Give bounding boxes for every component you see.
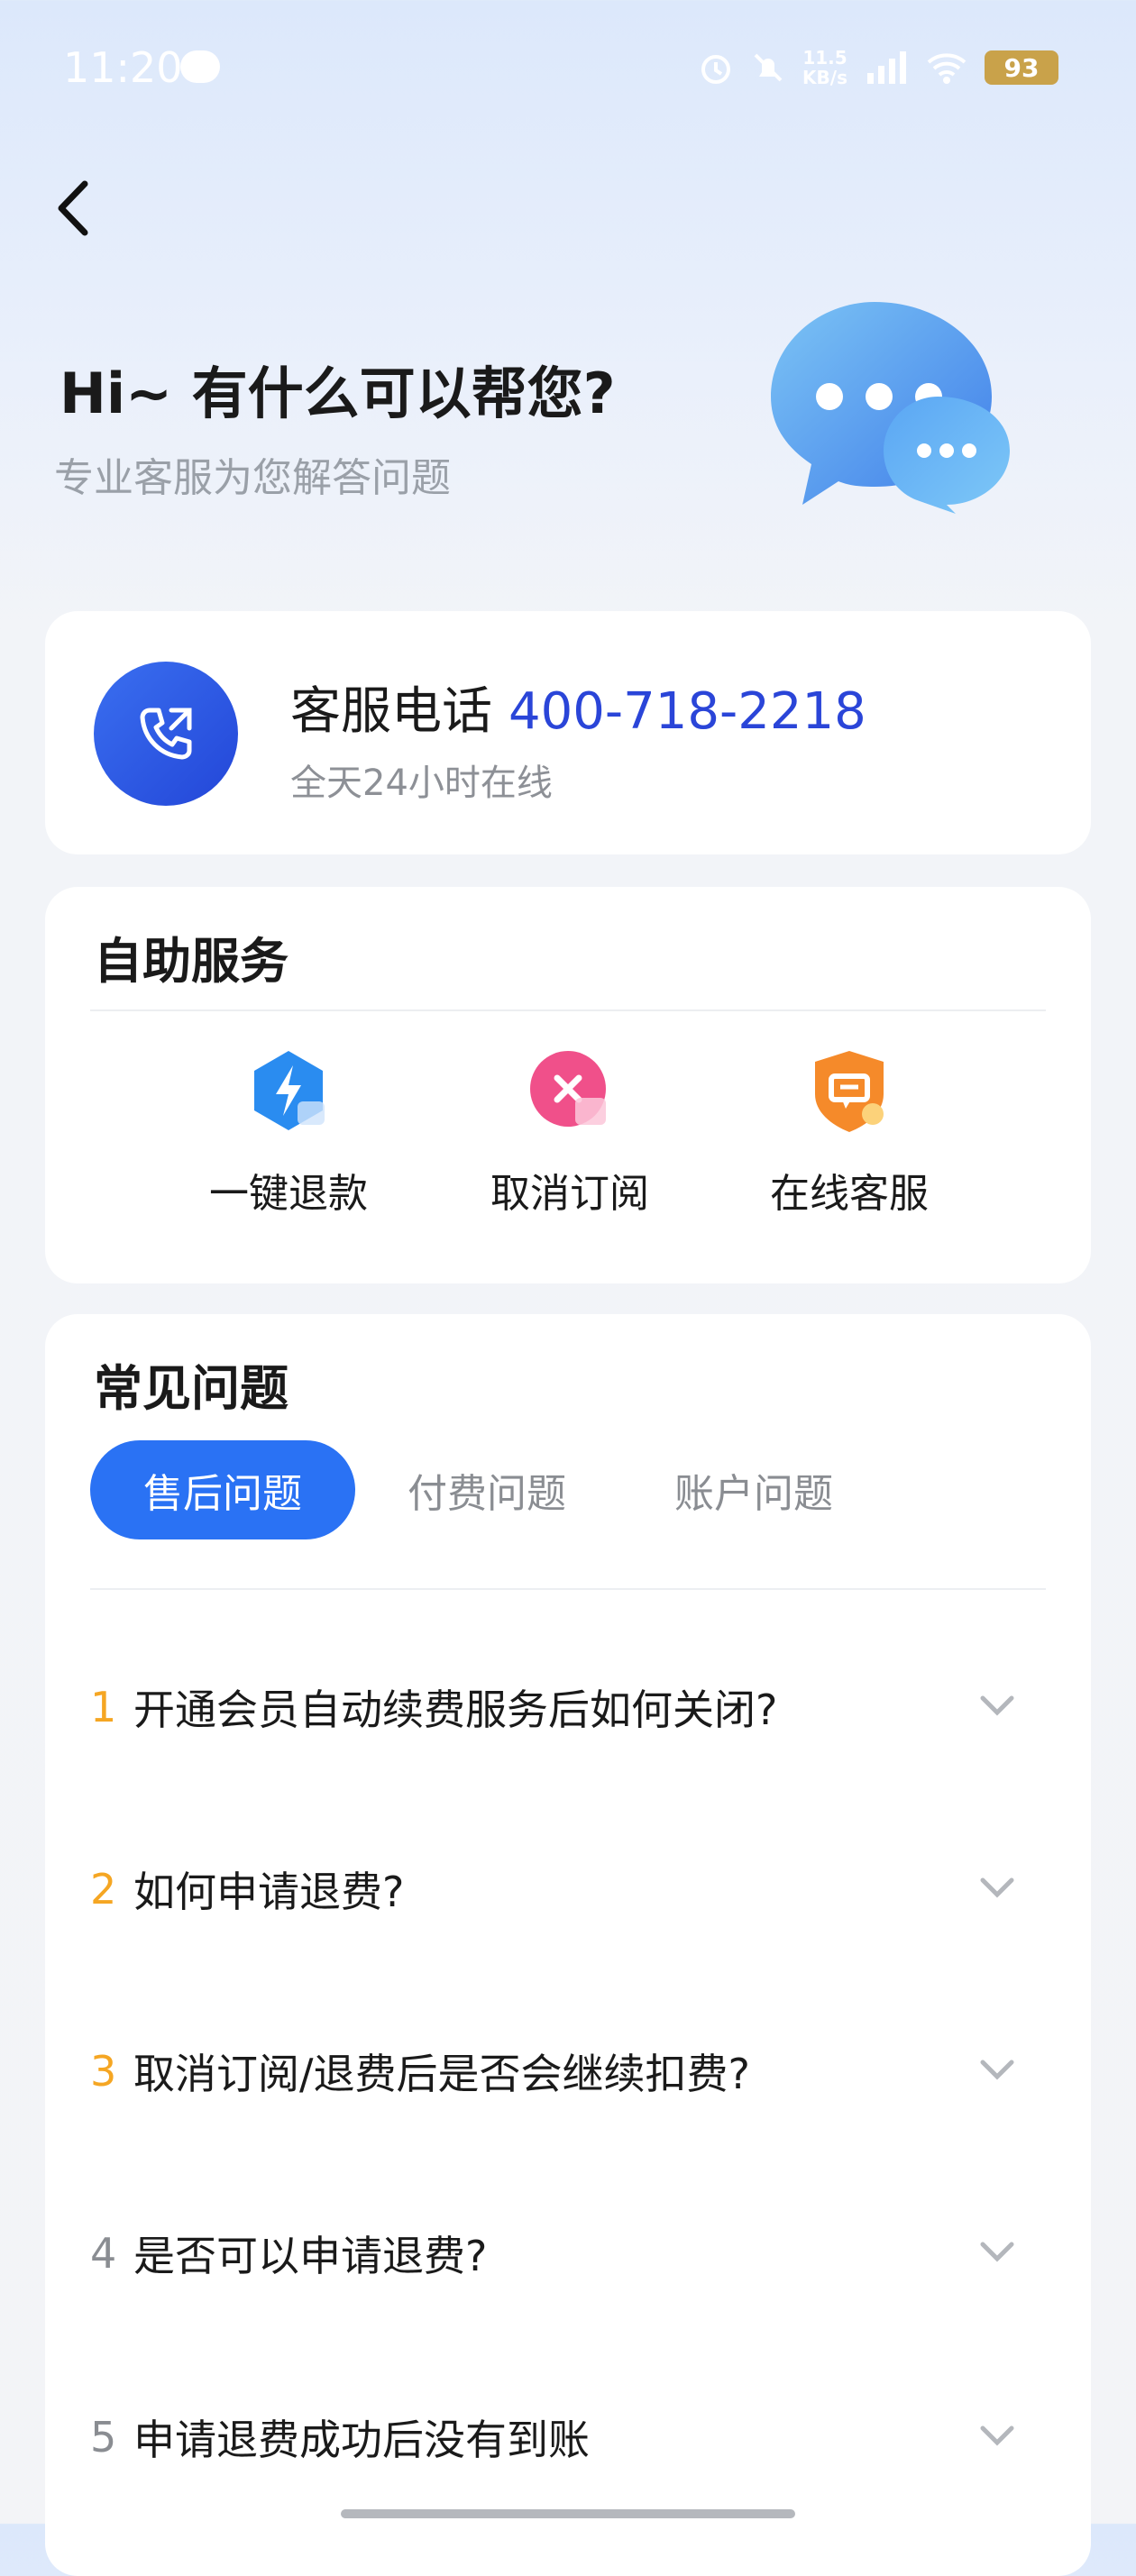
faq-title: 常见问题 <box>94 1360 289 1417</box>
faq-item[interactable]: 1 开通会员自动续费服务后如何关闭? <box>90 1653 1046 1761</box>
chevron-down-icon <box>980 1877 1014 1898</box>
refund-button[interactable]: 一键退款 <box>180 1046 397 1219</box>
battery-indicator: 93 <box>985 50 1058 85</box>
phone-hours: 全天24小时在线 <box>290 763 553 804</box>
faq-item[interactable]: 5 申请退费成功后没有到账 <box>90 2383 1046 2491</box>
faq-number: 4 <box>90 2229 117 2278</box>
phone-call-button[interactable] <box>94 662 238 806</box>
phone-number[interactable]: 400-718-2218 <box>508 682 866 741</box>
faq-question: 如何申请退费? <box>133 1868 405 1916</box>
tab-after-sales[interactable]: 售后问题 <box>90 1440 355 1539</box>
phone-label: 客服电话 400-718-2218 <box>290 671 866 744</box>
home-indicator[interactable] <box>341 2509 795 2518</box>
divider <box>90 1588 1046 1590</box>
online-service-label: 在线客服 <box>770 1171 929 1217</box>
alarm-icon <box>701 55 731 84</box>
phone-label-text: 客服电话 <box>290 682 492 741</box>
wifi-icon <box>927 53 967 84</box>
divider <box>90 1009 1046 1011</box>
status-icons: 11.5 KB/s 93 <box>698 45 1058 90</box>
chevron-down-icon <box>980 2060 1014 2080</box>
faq-question: 申请退费成功后没有到账 <box>133 2416 590 2464</box>
tab-payment[interactable]: 付费问题 <box>361 1440 613 1539</box>
message-notification-icon <box>180 50 220 83</box>
chevron-down-icon <box>980 1695 1014 1716</box>
faq-item[interactable]: 4 是否可以申请退费? <box>90 2199 1046 2307</box>
page-title: Hi~ 有什么可以帮您? <box>60 361 616 426</box>
back-arrow-icon[interactable] <box>50 177 96 240</box>
phone-icon <box>140 708 192 760</box>
chat-shield-icon <box>815 1051 884 1132</box>
faq-question: 是否可以申请退费? <box>133 2232 488 2280</box>
online-service-button[interactable]: 在线客服 <box>741 1046 957 1219</box>
net-speed: 11.5 KB/s <box>802 47 847 88</box>
faq-number: 1 <box>90 1683 117 1731</box>
faq-item[interactable]: 2 如何申请退费? <box>90 1835 1046 1943</box>
chevron-down-icon <box>980 2425 1014 2446</box>
cancel-circle-icon <box>530 1051 606 1127</box>
chat-bubbles-illustration-icon <box>771 302 1010 514</box>
mute-bell-icon <box>754 53 783 82</box>
tab-account[interactable]: 账户问题 <box>628 1440 880 1539</box>
faq-item[interactable]: 3 取消订阅/退费后是否会继续扣费? <box>90 2017 1046 2125</box>
chevron-down-icon <box>980 2242 1014 2262</box>
self-service-title: 自助服务 <box>94 933 289 990</box>
refund-label: 一键退款 <box>209 1171 368 1217</box>
faq-number: 2 <box>90 1865 117 1914</box>
cellular-signal-icon <box>867 51 906 84</box>
status-time: 11:20 <box>63 43 183 92</box>
cancel-subscription-button[interactable]: 取消订阅 <box>462 1046 678 1219</box>
faq-question: 开通会员自动续费服务后如何关闭? <box>133 1685 778 1734</box>
faq-number: 5 <box>90 2413 117 2462</box>
page-subtitle: 专业客服为您解答问题 <box>54 455 451 501</box>
lightning-shield-icon <box>254 1051 325 1130</box>
cancel-subscription-label: 取消订阅 <box>490 1171 649 1217</box>
faq-number: 3 <box>90 2047 117 2096</box>
faq-question: 取消订阅/退费后是否会继续扣费? <box>133 2050 750 2098</box>
